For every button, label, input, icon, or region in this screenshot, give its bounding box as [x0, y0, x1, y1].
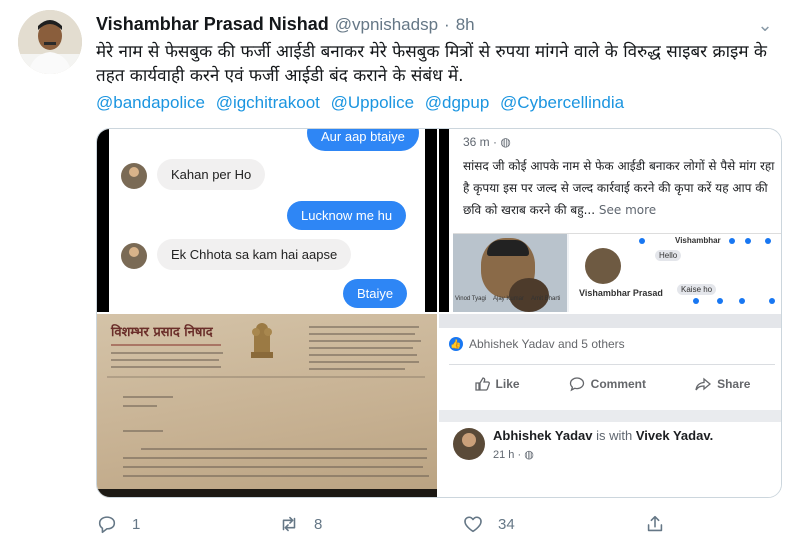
- reactions-summary: 👍 Abhishek Yadav and 5 others: [449, 337, 625, 351]
- letter-photo: विशम्भर प्रसाद निषाद: [97, 314, 437, 497]
- fb-action-bar: Like Comment Share: [449, 369, 775, 399]
- retweet-count: 8: [314, 515, 323, 533]
- media-image-fb-post[interactable]: 36 m · ◍ सांसद जी कोई आपके नाम से फेक आई…: [439, 129, 781, 312]
- retweet-button[interactable]: 8: [278, 510, 322, 538]
- thumbs-up-icon: [474, 377, 490, 391]
- mention-link[interactable]: @bandapolice: [96, 93, 205, 112]
- embedded-screenshot: Vishambhar Hello Vishambhar Prasad Kaise…: [453, 233, 781, 312]
- display-name[interactable]: Vishambhar Prasad Nishad: [96, 14, 329, 35]
- avatar[interactable]: [18, 10, 82, 74]
- media-image-chat[interactable]: Aur aap btaiye Kahan per Ho Lucknow me h…: [97, 129, 437, 312]
- chevron-down-icon[interactable]: ⌄: [754, 14, 776, 36]
- post-author: Abhishek Yadav is with Vivek Yadav.: [493, 428, 714, 443]
- tweet-text: मेरे नाम से फेसबुक की फर्जी आईडी बनाकर म…: [96, 42, 767, 86]
- comment-icon: [569, 377, 584, 392]
- image-border: [97, 489, 437, 497]
- chat-bubble-sent: Aur aap btaiye: [307, 129, 419, 151]
- like-button[interactable]: 34: [462, 510, 515, 538]
- fb-share-button: Share: [695, 376, 750, 392]
- share-button[interactable]: [644, 510, 666, 538]
- chat-bubble-received: Kahan per Ho: [157, 159, 266, 190]
- post-separator: [439, 410, 781, 422]
- chat-bubble-sent: Lucknow me hu: [287, 201, 407, 230]
- divider: [449, 364, 775, 365]
- timestamp[interactable]: 8h: [456, 15, 475, 35]
- tweet-header: Vishambhar Prasad Nishad @vpnishadsp · 8…: [96, 14, 475, 38]
- mention-link[interactable]: @igchitrakoot: [216, 93, 320, 112]
- fb-comment-button: Comment: [569, 376, 646, 392]
- like-count: 34: [498, 515, 515, 533]
- letter-title: विशम्भर प्रसाद निषाद: [111, 325, 213, 340]
- post-author-avatar: [453, 428, 485, 460]
- fb-post-time: 36 m · ◍: [463, 135, 511, 149]
- see-more-link: See more: [598, 203, 657, 217]
- share-icon: [647, 515, 663, 532]
- media-image-fb-actions[interactable]: 👍 Abhishek Yadav and 5 others Like Comme…: [439, 314, 781, 497]
- chat-bubble-received: Ek Chhota sa kam hai aapse: [157, 239, 352, 270]
- tweet-card[interactable]: Vishambhar Prasad Nishad @vpnishadsp · 8…: [0, 0, 800, 550]
- chat-bubble-sent: Btaiye: [343, 279, 408, 308]
- chat-avatar: [121, 163, 147, 189]
- mini-messenger: Vishambhar Hello Vishambhar Prasad Kaise…: [569, 234, 781, 312]
- post-time: 21 h · ◍: [493, 449, 534, 461]
- globe-icon: ◍: [500, 135, 511, 149]
- tweet-action-bar: 1 8 34: [96, 510, 680, 538]
- image-border: [439, 129, 449, 312]
- emblem-icon: [251, 323, 273, 358]
- thumbs-up-icon: 👍: [449, 337, 463, 351]
- retweet-icon: [282, 516, 296, 532]
- fb-share-icon: [695, 377, 712, 391]
- mention-link[interactable]: @Cybercellindia: [500, 93, 624, 112]
- image-border: [97, 129, 109, 312]
- mini-friend-bar: [439, 314, 781, 328]
- chat-avatar: [121, 243, 147, 269]
- globe-icon: ◍: [524, 449, 534, 461]
- avatar-photo: [18, 10, 82, 74]
- mention-link[interactable]: @dgpup: [425, 93, 490, 112]
- reply-count: 1: [132, 515, 141, 533]
- mentions: @bandapolice @igchitrakoot @Uppolice @dg…: [96, 93, 630, 113]
- reply-icon: [98, 516, 116, 534]
- fb-like-button: Like: [474, 376, 520, 392]
- image-border: [425, 129, 437, 312]
- media-image-letter[interactable]: विशम्भर प्रसाद निषाद: [97, 314, 437, 497]
- user-handle[interactable]: @vpnishadsp: [335, 15, 438, 35]
- mention-link[interactable]: @Uppolice: [331, 93, 414, 112]
- media-grid: Aur aap btaiye Kahan per Ho Lucknow me h…: [96, 128, 782, 498]
- fb-post-text: सांसद जी कोई आपके नाम से फेक आईडी बनाकर …: [463, 159, 775, 217]
- like-icon: [464, 516, 482, 533]
- fb-post-header: Abhishek Yadav is with Vivek Yadav. 21 h…: [449, 426, 779, 496]
- reply-button[interactable]: 1: [96, 510, 140, 538]
- separator: ·: [444, 15, 450, 34]
